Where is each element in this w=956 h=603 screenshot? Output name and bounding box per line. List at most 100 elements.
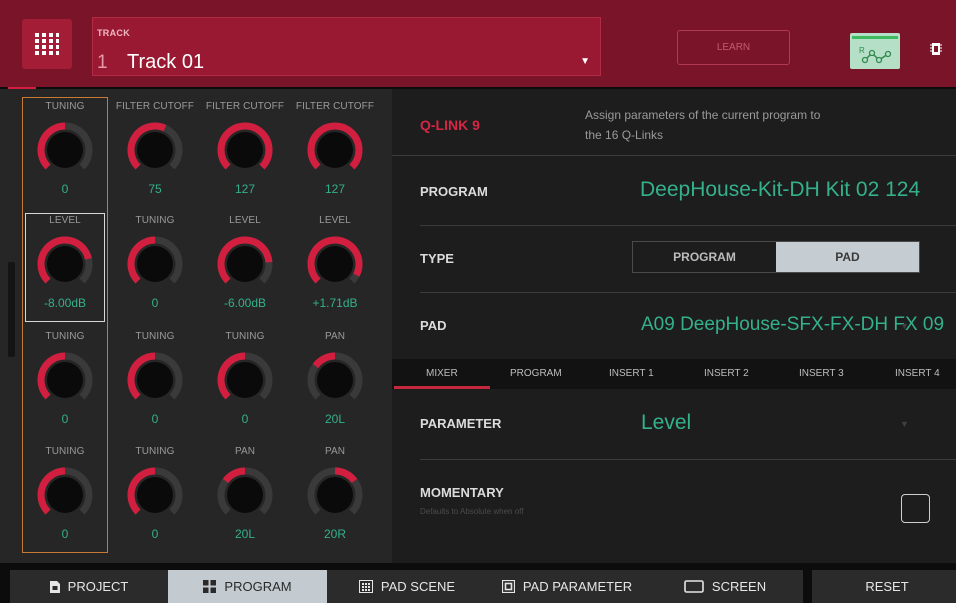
knob-label: PAN	[234, 446, 256, 457]
grid-icon	[35, 33, 59, 55]
qlink-knob-11[interactable]: TUNING 0	[200, 319, 290, 432]
pad-parameter-button[interactable]: PAD PARAMETER	[487, 570, 647, 603]
momentary-checkbox[interactable]	[901, 494, 930, 523]
knob-label: TUNING	[135, 215, 175, 226]
qlink-knob-8[interactable]: LEVEL +1.71dB	[290, 203, 380, 316]
knob-body	[227, 477, 263, 513]
tab-mixer[interactable]: MIXER	[426, 368, 458, 379]
type-toggle[interactable]: PROGRAM PAD	[632, 241, 920, 273]
momentary-sublabel: Defaults to Absolute when off	[420, 507, 524, 516]
parameter-label: PARAMETER	[420, 416, 502, 431]
reset-label: RESET	[865, 579, 909, 594]
knob-dial-icon	[307, 236, 363, 284]
knob-dial-icon	[217, 122, 273, 170]
knob-label: TUNING	[135, 446, 175, 457]
knob-label: FILTER CUTOFF	[295, 101, 375, 112]
knob-dial-icon	[307, 122, 363, 170]
qlink-knob-4[interactable]: FILTER CUTOFF 127	[290, 89, 380, 202]
knob-body	[137, 132, 173, 168]
automation-badge: R	[859, 46, 865, 55]
qlink-title: Q-LINK 9	[420, 117, 480, 133]
knob-value: 0	[151, 296, 159, 310]
knob-label: FILTER CUTOFF	[115, 101, 195, 112]
knob-dial-icon	[217, 467, 273, 515]
menu-grid-button[interactable]	[22, 19, 72, 69]
knob-body	[317, 477, 353, 513]
parameter-value[interactable]: Level	[641, 411, 691, 435]
program-value[interactable]: DeepHouse-Kit-DH Kit 02 124	[640, 178, 920, 202]
type-option-program[interactable]: PROGRAM	[633, 242, 776, 272]
knob-value: 20L	[324, 412, 346, 426]
chevron-down-icon: ▼	[900, 321, 909, 331]
knob-dial-icon	[127, 236, 183, 284]
screen-label: SCREEN	[711, 579, 767, 594]
knob-label: PAN	[324, 446, 346, 457]
divider	[392, 155, 956, 156]
knob-body	[317, 132, 353, 168]
program-button[interactable]: PROGRAM	[168, 570, 327, 603]
knob-dial-icon	[217, 236, 273, 284]
project-label: PROJECT	[67, 579, 129, 594]
knob-value: 127	[234, 182, 256, 196]
tab-insert-1[interactable]: INSERT 1	[609, 368, 654, 379]
parameter-tabs: MIXER PROGRAM INSERT 1 INSERT 2 INSERT 3…	[392, 359, 956, 389]
qlink-knob-2[interactable]: FILTER CUTOFF 75	[110, 89, 200, 202]
track-selector[interactable]: TRACK 1 Track 01 ▼	[92, 17, 601, 76]
knob-label: LEVEL	[229, 215, 261, 226]
tab-program[interactable]: PROGRAM	[510, 368, 562, 379]
screen-button[interactable]: SCREEN	[647, 570, 803, 603]
knob-label: PAN	[324, 331, 346, 342]
knob-dial-icon	[307, 467, 363, 515]
knob-dial-icon	[217, 352, 273, 400]
tab-insert-2[interactable]: INSERT 2	[704, 368, 749, 379]
knob-value: 0	[151, 412, 159, 426]
pad-scene-icon	[358, 580, 373, 593]
qlink-knob-7[interactable]: LEVEL -6.00dB	[200, 203, 290, 316]
knob-value: +1.71dB	[312, 296, 358, 310]
tab-insert-3[interactable]: INSERT 3	[799, 368, 844, 379]
qlink-description: Assign parameters of the current program…	[585, 108, 821, 142]
knob-body	[317, 362, 353, 398]
knob-value: 127	[324, 182, 346, 196]
knob-value: -6.00dB	[223, 296, 267, 310]
knob-dial-icon	[127, 122, 183, 170]
qlink-knob-14[interactable]: TUNING 0	[110, 434, 200, 547]
qlink-knob-15[interactable]: PAN 20L	[200, 434, 290, 547]
knob-value: 0	[151, 527, 159, 541]
reset-button[interactable]: RESET	[812, 570, 956, 603]
knob-body	[137, 246, 173, 282]
qlink-knob-3[interactable]: FILTER CUTOFF 127	[200, 89, 290, 202]
pad-value[interactable]: A09 DeepHouse-SFX-FX-DH FX 09	[641, 314, 944, 336]
side-scroll-handle[interactable]	[8, 262, 15, 357]
pad-label: PAD	[420, 318, 447, 333]
selected-column-highlight	[22, 97, 108, 553]
knob-body	[317, 246, 353, 282]
qlink-knob-10[interactable]: TUNING 0	[110, 319, 200, 432]
pad-parameter-label: PAD PARAMETER	[522, 579, 633, 594]
divider	[420, 459, 956, 460]
pad-scene-button[interactable]: PAD SCENE	[327, 570, 487, 603]
tab-insert-4[interactable]: INSERT 4	[895, 368, 940, 379]
qlink-knob-16[interactable]: PAN 20R	[290, 434, 380, 547]
knob-dial-icon	[127, 352, 183, 400]
qlink-knob-6[interactable]: TUNING 0	[110, 203, 200, 316]
grid-icon	[203, 580, 217, 593]
knob-label: TUNING	[225, 331, 265, 342]
knob-dial-icon	[127, 467, 183, 515]
type-option-pad[interactable]: PAD	[776, 242, 919, 272]
project-button[interactable]: PROJECT	[10, 570, 168, 603]
knob-body	[227, 362, 263, 398]
cpu-meter-icon[interactable]	[930, 42, 942, 61]
knob-value: 20R	[323, 527, 346, 541]
qlink-knob-12[interactable]: PAN 20L	[290, 319, 380, 432]
automation-button[interactable]: R	[850, 33, 900, 69]
knob-value: 0	[241, 412, 249, 426]
automation-icon: R	[852, 36, 898, 64]
learn-button[interactable]: LEARN	[677, 30, 790, 65]
pad-parameter-icon	[501, 580, 515, 593]
track-label: TRACK	[97, 28, 130, 38]
type-label: TYPE	[420, 251, 454, 266]
file-icon	[49, 580, 60, 593]
selected-knob-highlight	[25, 213, 105, 322]
knob-label: TUNING	[135, 331, 175, 342]
